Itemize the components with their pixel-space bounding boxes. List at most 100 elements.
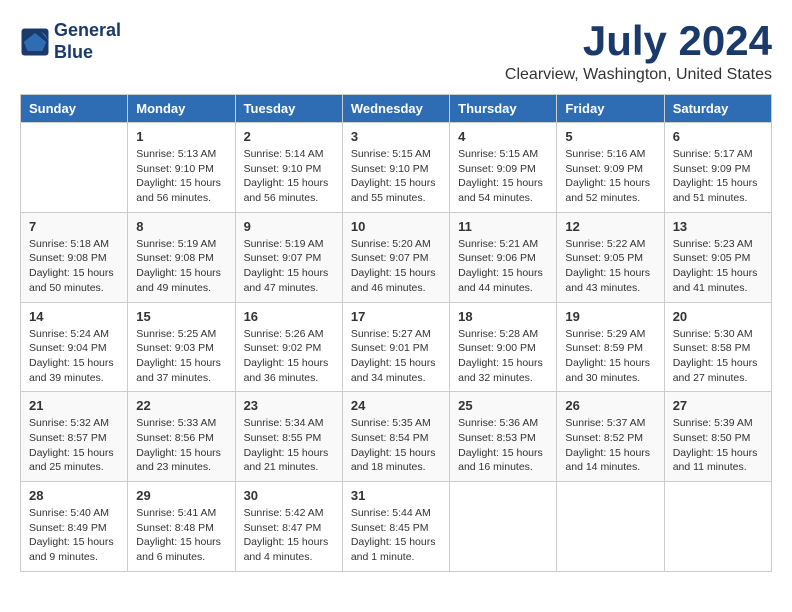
day-number: 21 [29,398,119,413]
day-info: Sunrise: 5:20 AM Sunset: 9:07 PM Dayligh… [351,237,441,296]
day-number: 1 [136,129,226,144]
calendar-cell: 7 Sunrise: 5:18 AM Sunset: 9:08 PM Daylig… [21,212,128,302]
day-info: Sunrise: 5:18 AM Sunset: 9:08 PM Dayligh… [29,237,119,296]
calendar-cell: 12 Sunrise: 5:22 AM Sunset: 9:05 PM Dayli… [557,212,664,302]
day-number: 6 [673,129,763,144]
calendar-cell: 31Sunrise: 5:44 AM Sunset: 8:45 PM Dayli… [342,482,449,572]
day-info: Sunrise: 5:27 AM Sunset: 9:01 PM Dayligh… [351,327,441,386]
day-number: 27 [673,398,763,413]
calendar-cell [21,123,128,213]
day-number: 13 [673,219,763,234]
weekday-header-monday: Monday [128,95,235,123]
day-info: Sunrise: 5:39 AM Sunset: 8:50 PM Dayligh… [673,416,763,475]
day-info: Sunrise: 5:32 AM Sunset: 8:57 PM Dayligh… [29,416,119,475]
calendar-cell: 28 Sunrise: 5:40 AM Sunset: 8:49 PM Dayli… [21,482,128,572]
calendar-cell [664,482,771,572]
day-info: Sunrise: 5:36 AM Sunset: 8:53 PM Dayligh… [458,416,548,475]
calendar-cell [450,482,557,572]
day-info: Sunrise: 5:28 AM Sunset: 9:00 PM Dayligh… [458,327,548,386]
day-info: Sunrise: 5:23 AM Sunset: 9:05 PM Dayligh… [673,237,763,296]
day-number: 16 [244,309,334,324]
calendar-cell: 26 Sunrise: 5:37 AM Sunset: 8:52 PM Dayli… [557,392,664,482]
day-info: Sunrise: 5:29 AM Sunset: 8:59 PM Dayligh… [565,327,655,386]
day-number: 28 [29,488,119,503]
day-number: 18 [458,309,548,324]
day-info: Sunrise: 5:37 AM Sunset: 8:52 PM Dayligh… [565,416,655,475]
day-info: Sunrise: 5:34 AM Sunset: 8:55 PM Dayligh… [244,416,334,475]
day-info: Sunrise: 5:40 AM Sunset: 8:49 PM Dayligh… [29,506,119,565]
calendar-cell: 30 Sunrise: 5:42 AM Sunset: 8:47 PM Dayli… [235,482,342,572]
weekday-header-tuesday: Tuesday [235,95,342,123]
day-info: Sunrise: 5:24 AM Sunset: 9:04 PM Dayligh… [29,327,119,386]
day-number: 23 [244,398,334,413]
calendar-week-row: 14 Sunrise: 5:24 AM Sunset: 9:04 PM Dayli… [21,302,772,392]
day-number: 5 [565,129,655,144]
day-number: 10 [351,219,441,234]
day-number: 7 [29,219,119,234]
calendar-cell: 24Sunrise: 5:35 AM Sunset: 8:54 PM Dayli… [342,392,449,482]
weekday-header-wednesday: Wednesday [342,95,449,123]
weekday-header-saturday: Saturday [664,95,771,123]
day-info: Sunrise: 5:44 AM Sunset: 8:45 PM Dayligh… [351,506,441,565]
weekday-header-friday: Friday [557,95,664,123]
day-number: 30 [244,488,334,503]
calendar-cell: 10 Sunrise: 5:20 AM Sunset: 9:07 PM Dayli… [342,212,449,302]
day-info: Sunrise: 5:19 AM Sunset: 9:08 PM Dayligh… [136,237,226,296]
day-number: 29 [136,488,226,503]
page-title: July 2024 [505,20,772,62]
calendar-cell: 27 Sunrise: 5:39 AM Sunset: 8:50 PM Dayli… [664,392,771,482]
day-info: Sunrise: 5:13 AM Sunset: 9:10 PM Dayligh… [136,147,226,206]
calendar-cell: 8Sunrise: 5:19 AM Sunset: 9:08 PM Daylig… [128,212,235,302]
day-info: Sunrise: 5:42 AM Sunset: 8:47 PM Dayligh… [244,506,334,565]
day-info: Sunrise: 5:25 AM Sunset: 9:03 PM Dayligh… [136,327,226,386]
day-info: Sunrise: 5:21 AM Sunset: 9:06 PM Dayligh… [458,237,548,296]
day-number: 2 [244,129,334,144]
calendar-cell: 15Sunrise: 5:25 AM Sunset: 9:03 PM Dayli… [128,302,235,392]
page-subtitle: Clearview, Washington, United States [505,66,772,84]
day-info: Sunrise: 5:22 AM Sunset: 9:05 PM Dayligh… [565,237,655,296]
day-number: 25 [458,398,548,413]
day-number: 17 [351,309,441,324]
calendar-week-row: 1 Sunrise: 5:13 AM Sunset: 9:10 PM Daylig… [21,123,772,213]
title-section: July 2024 Clearview, Washington, United … [505,20,772,84]
day-number: 14 [29,309,119,324]
calendar-cell: 23 Sunrise: 5:34 AM Sunset: 8:55 PM Dayli… [235,392,342,482]
calendar-cell: 1 Sunrise: 5:13 AM Sunset: 9:10 PM Daylig… [128,123,235,213]
calendar-cell: 21 Sunrise: 5:32 AM Sunset: 8:57 PM Dayli… [21,392,128,482]
day-info: Sunrise: 5:17 AM Sunset: 9:09 PM Dayligh… [673,147,763,206]
page-header: General Blue July 2024 Clearview, Washin… [20,20,772,84]
logo-icon [20,27,50,57]
day-info: Sunrise: 5:33 AM Sunset: 8:56 PM Dayligh… [136,416,226,475]
calendar-cell [557,482,664,572]
calendar-cell: 13 Sunrise: 5:23 AM Sunset: 9:05 PM Dayli… [664,212,771,302]
logo: General Blue [20,20,121,63]
calendar-cell: 14 Sunrise: 5:24 AM Sunset: 9:04 PM Dayli… [21,302,128,392]
day-info: Sunrise: 5:14 AM Sunset: 9:10 PM Dayligh… [244,147,334,206]
logo-text: General Blue [54,20,121,63]
calendar-cell: 19Sunrise: 5:29 AM Sunset: 8:59 PM Dayli… [557,302,664,392]
day-info: Sunrise: 5:19 AM Sunset: 9:07 PM Dayligh… [244,237,334,296]
day-info: Sunrise: 5:15 AM Sunset: 9:10 PM Dayligh… [351,147,441,206]
day-number: 3 [351,129,441,144]
calendar-cell: 6 Sunrise: 5:17 AM Sunset: 9:09 PM Daylig… [664,123,771,213]
day-info: Sunrise: 5:30 AM Sunset: 8:58 PM Dayligh… [673,327,763,386]
calendar-cell: 11Sunrise: 5:21 AM Sunset: 9:06 PM Dayli… [450,212,557,302]
weekday-header-row: SundayMondayTuesdayWednesdayThursdayFrid… [21,95,772,123]
calendar-cell: 4Sunrise: 5:15 AM Sunset: 9:09 PM Daylig… [450,123,557,213]
calendar-cell: 5Sunrise: 5:16 AM Sunset: 9:09 PM Daylig… [557,123,664,213]
day-number: 26 [565,398,655,413]
calendar-week-row: 21 Sunrise: 5:32 AM Sunset: 8:57 PM Dayli… [21,392,772,482]
calendar-week-row: 28 Sunrise: 5:40 AM Sunset: 8:49 PM Dayli… [21,482,772,572]
day-info: Sunrise: 5:26 AM Sunset: 9:02 PM Dayligh… [244,327,334,386]
calendar-cell: 20 Sunrise: 5:30 AM Sunset: 8:58 PM Dayli… [664,302,771,392]
weekday-header-sunday: Sunday [21,95,128,123]
calendar-cell: 9 Sunrise: 5:19 AM Sunset: 9:07 PM Daylig… [235,212,342,302]
day-number: 12 [565,219,655,234]
calendar-cell: 16 Sunrise: 5:26 AM Sunset: 9:02 PM Dayli… [235,302,342,392]
day-number: 9 [244,219,334,234]
calendar-cell: 3 Sunrise: 5:15 AM Sunset: 9:10 PM Daylig… [342,123,449,213]
day-number: 4 [458,129,548,144]
day-number: 20 [673,309,763,324]
calendar-cell: 2 Sunrise: 5:14 AM Sunset: 9:10 PM Daylig… [235,123,342,213]
calendar-cell: 22Sunrise: 5:33 AM Sunset: 8:56 PM Dayli… [128,392,235,482]
